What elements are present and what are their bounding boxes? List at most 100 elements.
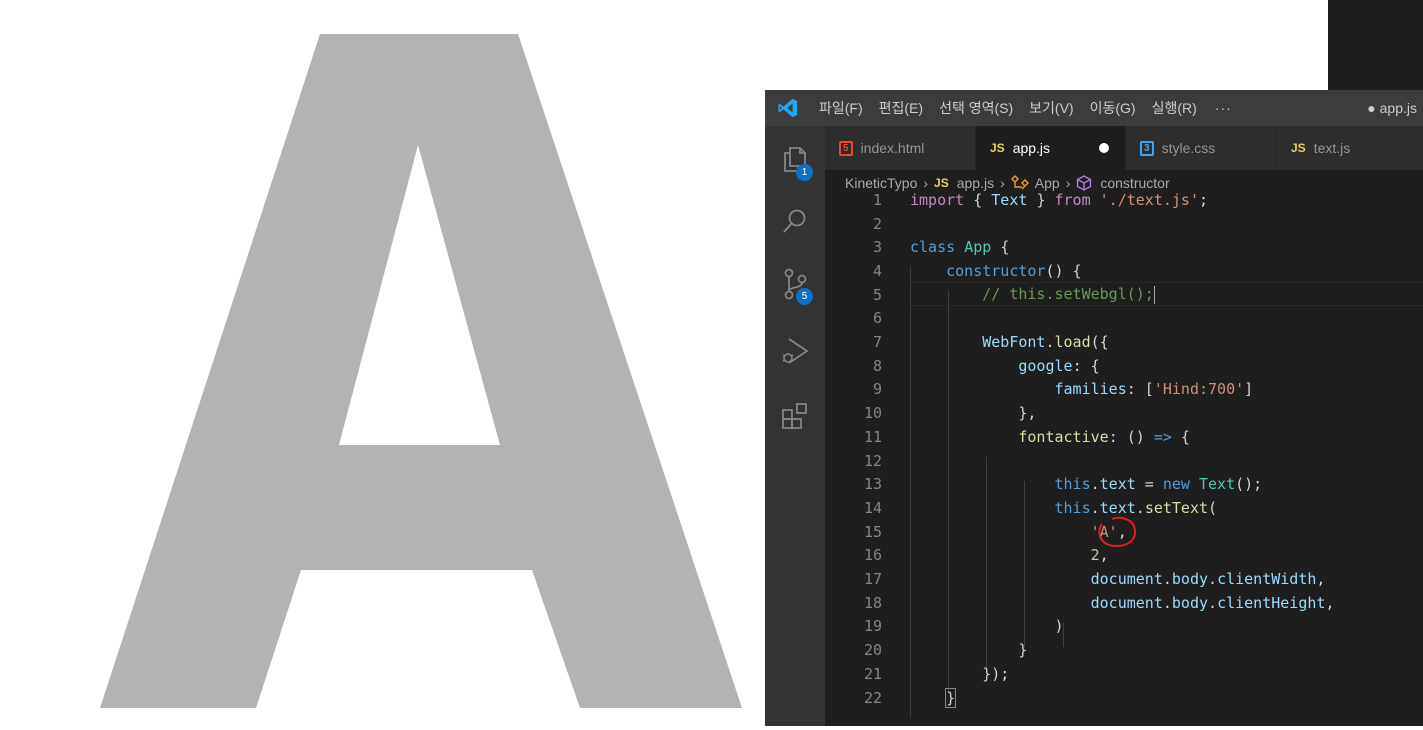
token: : {: [1072, 356, 1100, 375]
line-number: 10: [863, 404, 882, 423]
canvas-preview: [0, 0, 765, 726]
title-bar: 파일(F) 편집(E) 선택 영역(S) 보기(V) 이동(G) 실행(R) ·…: [765, 90, 1423, 126]
html5-icon: 5: [839, 140, 853, 156]
token: }: [1018, 641, 1028, 660]
token: .: [1090, 475, 1100, 494]
token: },: [1018, 404, 1037, 423]
code-line: 4 constructor() {: [825, 259, 1423, 283]
token: clientHeight: [1217, 593, 1326, 612]
token: ,: [1325, 593, 1335, 612]
token: App: [964, 238, 992, 257]
code-line: 19 ): [825, 615, 1423, 639]
token: () {: [1045, 261, 1082, 280]
token: .: [1208, 593, 1218, 612]
token: ]: [1244, 380, 1254, 399]
menu-go[interactable]: 이동(G): [1082, 98, 1144, 118]
line-number: 14: [863, 498, 882, 517]
line-number: 4: [872, 261, 882, 280]
line-number: 1: [872, 190, 882, 209]
token: document: [1090, 570, 1163, 589]
tab-style-css[interactable]: 3 style.css: [1126, 126, 1276, 170]
menu-more-button[interactable]: ···: [1205, 100, 1242, 116]
code-line: 13 this.text = new Text();: [825, 472, 1423, 496]
token: =: [1135, 475, 1163, 494]
token: {: [973, 190, 983, 209]
explorer-badge: 1: [796, 164, 813, 181]
menu-view[interactable]: 보기(V): [1021, 98, 1081, 118]
menu-selection[interactable]: 선택 영역(S): [931, 98, 1021, 118]
token: import: [910, 190, 965, 209]
token: // this.setWebgl();: [982, 285, 1154, 304]
vscode-window: 파일(F) 편집(E) 선택 영역(S) 보기(V) 이동(G) 실행(R) ·…: [765, 90, 1423, 726]
run-debug-button[interactable]: [765, 326, 825, 376]
token: new: [1162, 475, 1190, 494]
unsaved-dot-icon[interactable]: [1099, 143, 1109, 153]
code-line: 1 import { Text } from './text.js';: [825, 188, 1423, 212]
scm-badge: 5: [796, 288, 813, 305]
search-button[interactable]: [765, 196, 825, 246]
token: from: [1054, 190, 1091, 209]
search-icon: [783, 209, 806, 233]
javascript-icon: JS: [990, 141, 1005, 155]
editor-tabs: 5 index.html JS app.js 3 style.css JS te…: [825, 126, 1423, 170]
token: ,: [1316, 570, 1326, 589]
code-line: 7 WebFont.load({: [825, 330, 1423, 354]
token: WebFont: [982, 333, 1046, 352]
red-circle-annotation: [1098, 516, 1136, 548]
line-number: 5: [872, 285, 882, 304]
token: body: [1171, 593, 1209, 612]
line-number: 6: [872, 309, 882, 328]
run-debug-icon: [782, 338, 809, 364]
token: ();: [1235, 475, 1263, 494]
token: this: [1054, 475, 1091, 494]
line-number: 11: [863, 427, 882, 446]
code-line: 11 fontactive: () => {: [825, 425, 1423, 449]
line-number: 9: [872, 380, 882, 399]
line-number: 20: [863, 641, 882, 660]
javascript-icon: JS: [1291, 141, 1306, 155]
extensions-button[interactable]: [765, 391, 825, 441]
menu-run[interactable]: 실행(R): [1144, 98, 1205, 118]
token: ): [1054, 617, 1064, 636]
code-line: 12: [825, 449, 1423, 473]
tab-app-js[interactable]: JS app.js: [976, 126, 1125, 170]
token: Text: [1199, 475, 1236, 494]
line-number: 22: [863, 688, 882, 707]
line-number: 18: [863, 593, 882, 612]
token: .: [1208, 570, 1218, 589]
source-control-button[interactable]: 5: [765, 259, 825, 309]
window-title: ● app.js: [1367, 100, 1417, 116]
tab-text-js[interactable]: JS text.js: [1277, 126, 1423, 170]
token: clientWidth: [1217, 570, 1317, 589]
code-line: 17 document.body.clientWidth,: [825, 567, 1423, 591]
code-line: 3 class App {: [825, 235, 1423, 259]
token: google: [1018, 356, 1073, 375]
token: }: [945, 687, 957, 708]
big-letter-a: [100, 34, 742, 708]
token: constructor: [946, 261, 1046, 280]
tab-label: index.html: [860, 140, 925, 156]
token: text: [1099, 475, 1136, 494]
explorer-button[interactable]: 1: [765, 134, 825, 184]
tab-label: style.css: [1161, 140, 1216, 156]
extensions-icon: [782, 403, 807, 429]
tab-index-html[interactable]: 5 index.html: [825, 126, 975, 170]
token: (: [1208, 498, 1218, 517]
token: document: [1090, 593, 1163, 612]
line-number: 19: [863, 617, 882, 636]
code-editor[interactable]: 1 import { Text } from './text.js'; 2 3 …: [825, 191, 1423, 726]
line-number: 7: [872, 333, 882, 352]
token: {: [1171, 427, 1190, 446]
token: });: [982, 664, 1010, 683]
activity-bar: 1 5: [765, 126, 825, 726]
code-line: 2: [825, 212, 1423, 236]
menu-file[interactable]: 파일(F): [811, 98, 871, 118]
token: body: [1171, 570, 1209, 589]
code-line: 6: [825, 307, 1423, 331]
token: .: [1162, 570, 1172, 589]
token: fontactive: [1018, 427, 1109, 446]
menu-edit[interactable]: 편집(E): [871, 98, 931, 118]
token: this: [1054, 498, 1091, 517]
line-number: 12: [863, 451, 882, 470]
code-line: 9 families: ['Hind:700']: [825, 378, 1423, 402]
